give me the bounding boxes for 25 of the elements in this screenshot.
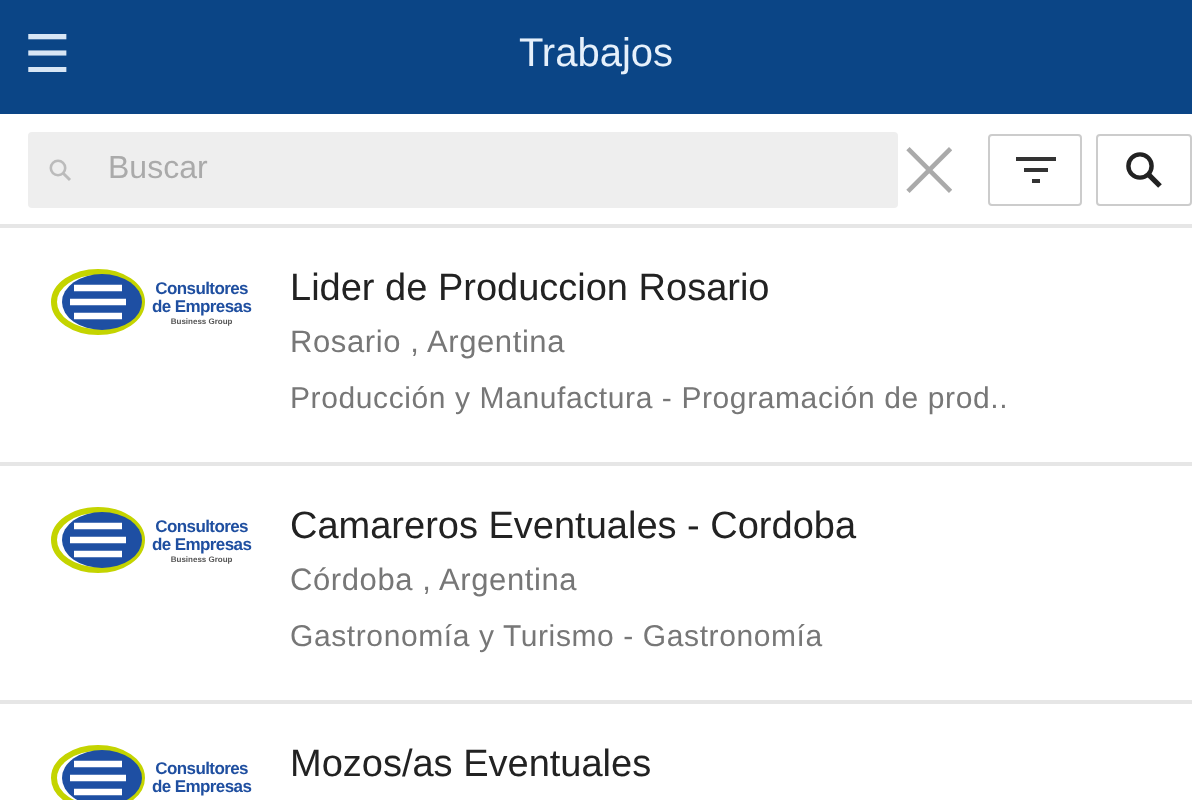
search-icon [1124, 149, 1165, 189]
job-category: Producción y Manufactura - Programación de prod.. [290, 382, 1009, 416]
logo-text: Consultores [155, 279, 248, 297]
filter-icon [1013, 155, 1058, 183]
logo-icon [50, 744, 146, 800]
logo-text: de Empresas [152, 297, 252, 315]
job-category: Gastronomía y Turismo - Gastronomía [290, 620, 825, 654]
search-icon [48, 157, 72, 181]
job-list-item[interactable]: Consultores de Empresas Mozos/as Eventuales [0, 704, 1192, 800]
job-title: Mozos/as Eventuales [290, 744, 652, 788]
job-title: Lider de Produccion Rosario [290, 268, 772, 312]
logo-icon [50, 268, 146, 336]
logo-icon [50, 506, 146, 574]
logo-text: de Empresas [152, 535, 252, 553]
filter-button[interactable] [987, 133, 1083, 205]
logo-text: de Empresas [152, 778, 252, 796]
menu-button[interactable]: ☰ [24, 28, 71, 84]
logo-text: Consultores [155, 760, 248, 778]
page-title: Trabajos [518, 32, 674, 78]
search-button[interactable] [1096, 133, 1192, 205]
job-title: Camareros Eventuales - Cordoba [290, 506, 857, 550]
search-field[interactable]: Buscar [28, 131, 898, 207]
logo-text: Consultores [155, 517, 248, 535]
job-location: Rosario , Argentina [290, 326, 568, 362]
job-location: Córdoba , Argentina [290, 564, 580, 600]
